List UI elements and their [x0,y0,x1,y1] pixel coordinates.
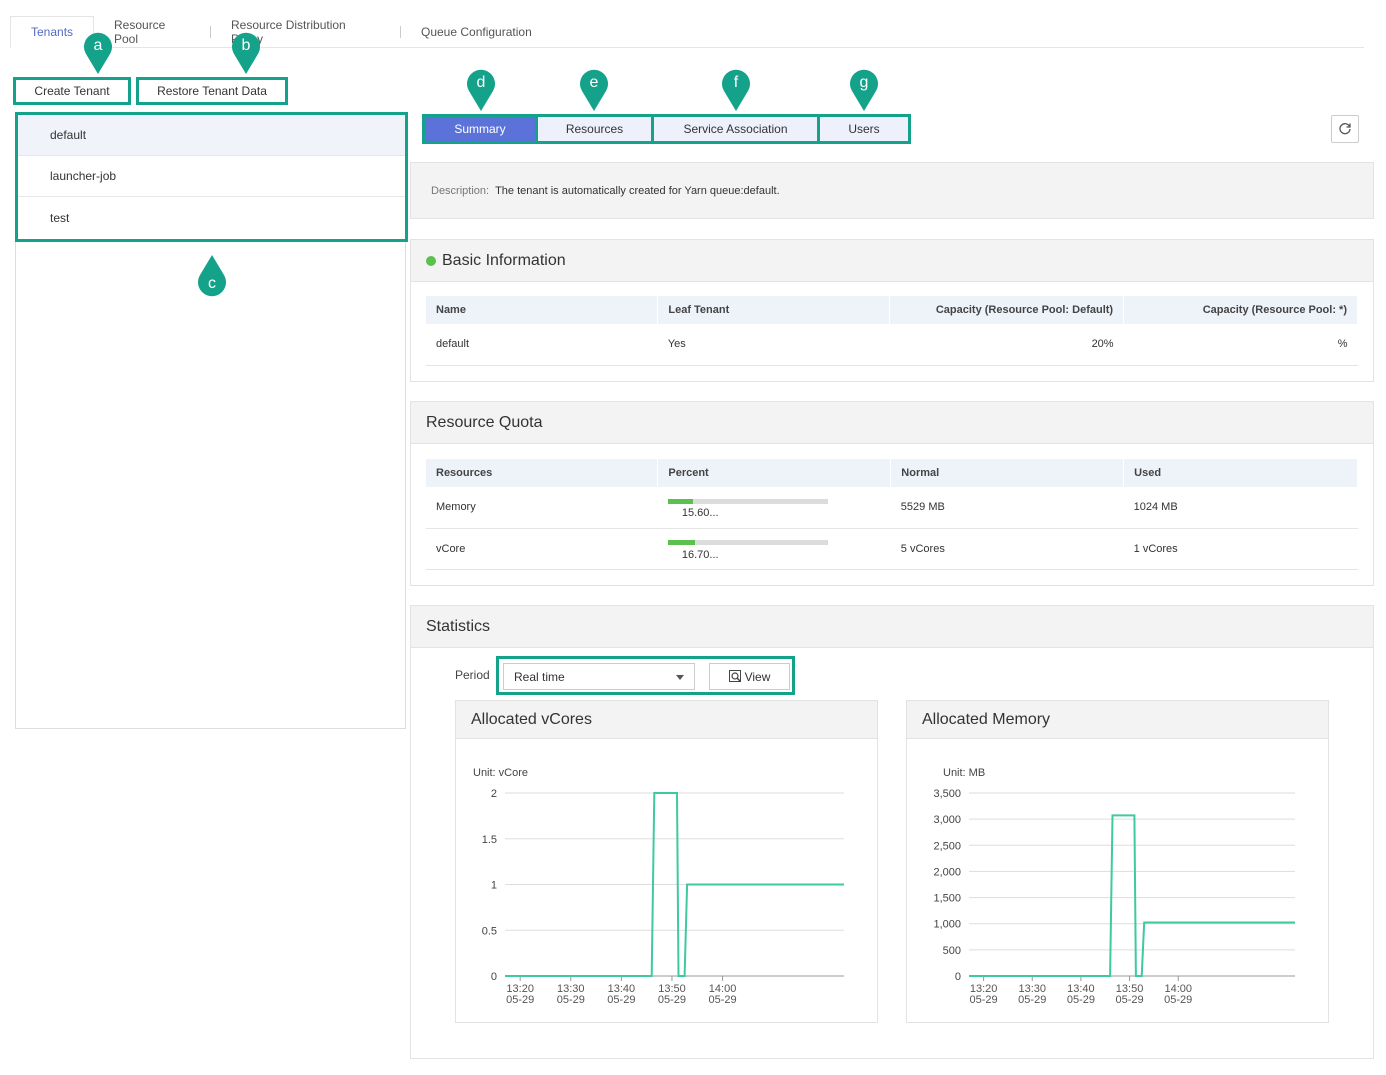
unit-label: Unit: vCore [473,767,528,779]
table-row: Memory 15.60... 5529 MB 1024 MB [426,487,1358,529]
y-tick-label: 0.5 [482,925,497,937]
series-line [969,814,1295,977]
tenant-item-launcher-job[interactable]: launcher-job [18,156,405,197]
chart-title: Allocated vCores [456,701,877,739]
y-tick-label: 3,000 [933,814,961,826]
cell-resource: Memory [426,487,658,529]
cell-leaf-tenant: Yes [657,324,890,366]
resource-quota-panel: Resource Quota Resources Percent Normal … [410,401,1374,586]
cell-capacity-default: 20% [889,324,1124,366]
column-header: Capacity (Resource Pool: *) [1123,296,1358,324]
description-text: The tenant is automatically created for … [495,184,780,197]
column-header: Normal [890,459,1125,487]
allocated-vcores-chart-card: Allocated vCores Unit: vCore 0 0.5 1 1.5 2 13:… [455,700,878,1023]
tab-resources[interactable]: Resources [538,117,651,141]
tenant-detail-tabs: Summary Resources Service Association Us… [422,114,911,144]
progress-bar [667,498,828,504]
view-button[interactable]: View [709,663,790,690]
cell-used: 1024 MB [1123,487,1358,529]
column-header: Used [1123,459,1358,487]
y-tick-label: 1.5 [482,834,497,846]
status-dot-icon [426,255,436,266]
percent-label: 16.70... [681,548,719,561]
x-tick-date-label: 05-29 [970,994,998,1006]
progress-bar [667,540,828,546]
resource-quota-header: Resource Quota [411,402,1373,444]
tab-users[interactable]: Users [820,117,908,141]
y-tick-label: 1,000 [933,919,961,931]
y-tick-label: 2,000 [933,866,961,878]
create-tenant-button[interactable]: Create Tenant [13,77,131,105]
y-tick-label: 3,500 [933,788,961,800]
x-tick-date-label: 05-29 [1115,994,1143,1006]
tab-summary[interactable]: Summary [425,117,535,141]
column-header: Resources [426,459,659,487]
callout-marker-d: d [465,67,497,111]
y-tick-label: 0 [491,971,497,983]
cell-normal: 5 vCores [890,528,1124,570]
table-row: vCore 16.70... 5 vCores 1 vCores [426,528,1358,570]
y-tick-label: 2 [491,788,497,800]
column-header: Percent [657,459,892,487]
basic-information-header: Basic Information [411,240,1373,282]
tenant-list: default launcher-job test [15,112,408,242]
callout-marker-c: c [196,255,228,299]
allocated-vcores-chart: Unit: vCore00.511.5213:2005-2913:3005-29… [473,767,844,1006]
cell-percent: 16.70... [657,528,891,570]
resource-quota-table: Resources Percent Normal Used Memory 15.… [426,459,1358,570]
cell-name: default [426,324,658,366]
description-box: Description: The tenant is automatically… [410,162,1374,219]
column-header: Name [426,296,659,324]
statistics-header: Statistics [411,606,1373,648]
allocated-memory-chart: Unit: MB 0 500 1,000 1,500 2,000 2,500 3,000 3,5… [933,767,1295,1006]
column-header: Capacity (Resource Pool: Default) [889,296,1125,324]
basic-information-table: Name Leaf Tenant Capacity (Resource Pool… [426,296,1358,366]
tenant-item-test[interactable]: test [18,197,405,238]
callout-marker-a: a [82,30,114,74]
restore-tenant-data-button[interactable]: Restore Tenant Data [136,77,288,105]
callout-marker-b: b [230,30,262,74]
percent-label: 15.60... [681,507,719,520]
x-tick-date-label: 05-29 [506,994,534,1006]
x-tick-date-label: 05-29 [708,994,736,1006]
y-tick-label: 0 [955,971,961,983]
x-tick-date-label: 05-29 [1018,994,1046,1006]
description-label: Description: [431,184,490,197]
view-search-icon [728,670,741,682]
cell-normal: 5529 MB [890,487,1124,529]
callout-marker-e: e [578,67,610,111]
cell-resource: vCore [426,528,658,570]
tab-service-association[interactable]: Service Association [654,117,817,141]
y-tick-label: 2,500 [933,840,961,852]
unit-label: Unit: MB [943,767,985,779]
progress-bar-fill [667,498,693,504]
progress-bar-fill [667,540,695,546]
chart-title: Allocated Memory [907,701,1328,739]
allocated-memory-chart-card: Allocated Memory Unit: MB 0 500 1,000 1,500 2… [906,700,1329,1023]
y-tick-label: 1 [491,880,497,892]
period-label: Period [455,668,490,682]
tenant-item-default[interactable]: default [18,115,405,156]
tab-queue-configuration[interactable]: Queue Configuration [401,16,552,47]
cell-used: 1 vCores [1123,528,1358,570]
table-row: default Yes 20% % [426,324,1358,366]
column-header: Leaf Tenant [657,296,891,324]
x-tick-date-label: 05-29 [607,994,635,1006]
top-tab-bar: Tenants Resource Pool Resource Distribut… [10,16,1364,48]
callout-marker-g: g [848,67,880,111]
cell-capacity-all: % [1123,324,1358,366]
x-tick-date-label: 05-29 [1067,994,1095,1006]
refresh-icon [1339,123,1351,135]
refresh-button[interactable] [1331,115,1359,143]
basic-information-panel: Basic Information Name Leaf Tenant Capac… [410,239,1374,382]
x-tick-date-label: 05-29 [1164,994,1192,1006]
x-tick-date-label: 05-29 [557,994,585,1006]
cell-percent: 15.60... [657,487,891,529]
period-select[interactable]: Real time [503,663,695,690]
callout-marker-f: f [720,67,752,111]
x-tick-date-label: 05-29 [658,994,686,1006]
y-tick-label: 1,500 [933,893,961,905]
y-tick-label: 500 [943,945,961,957]
caret-down-icon [676,675,684,680]
